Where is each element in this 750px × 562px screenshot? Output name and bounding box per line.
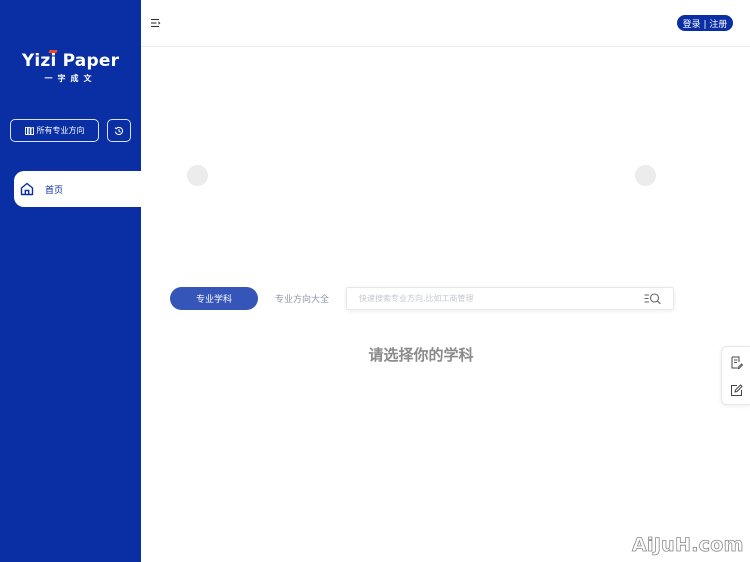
sidebar: Yizi Paper 一字成文 所有专业方向 首页 [0,0,141,562]
pencil-square-icon[interactable] [730,384,743,397]
login-register-button[interactable]: 登录 | 注册 [677,15,733,31]
sidebar-item-home[interactable]: 首页 [14,171,141,207]
books-icon [24,126,34,135]
floating-toolbar [721,346,750,405]
all-directions-button[interactable]: 所有专业方向 [10,119,99,142]
select-subject-prompt: 请选择你的学科 [368,346,474,364]
sidebar-item-label: 首页 [45,185,64,196]
top-header: 登录 | 注册 [141,0,750,47]
watermark: AiJuH.com [632,534,744,557]
logo[interactable]: Yizi Paper 一字成文 [0,50,141,84]
search-box [346,287,674,310]
history-icon [114,126,124,135]
document-edit-icon[interactable] [730,356,743,369]
history-button[interactable] [107,119,131,142]
tab-all-directions[interactable]: 专业方向大全 [258,287,346,310]
logo-text: Yizi Paper [21,51,120,71]
carousel-prev-arrow[interactable] [187,165,208,186]
all-directions-label: 所有专业方向 [36,126,85,135]
search-input[interactable] [359,294,639,303]
menu-collapse-icon[interactable] [150,17,162,29]
carousel-next-arrow[interactable] [635,165,656,186]
search-icon[interactable] [644,292,662,306]
logo-subtitle: 一字成文 [44,74,97,83]
home-icon [20,182,34,196]
tab-major-subjects[interactable]: 专业学科 [170,287,258,310]
app-root: Yizi Paper 一字成文 所有专业方向 首页 登录 | 注册 专业学科 专… [0,0,750,562]
logo-accent-letter: i [50,51,57,71]
